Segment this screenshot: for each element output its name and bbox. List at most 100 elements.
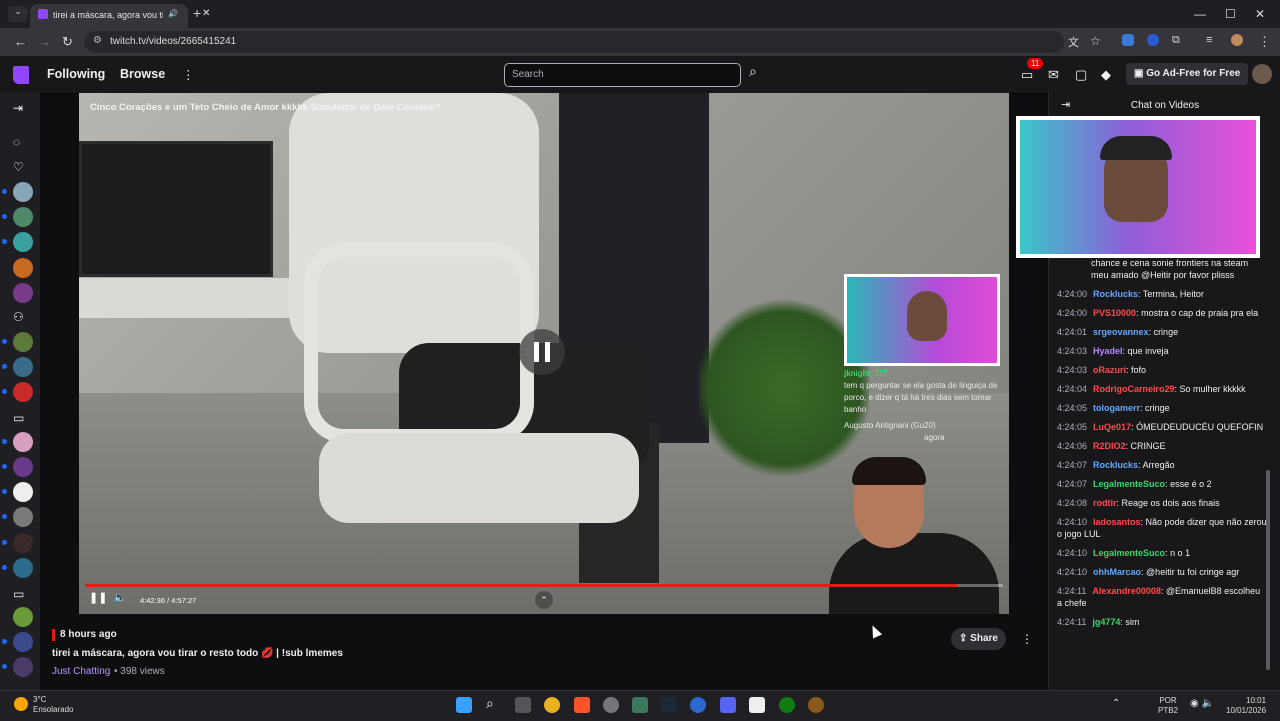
chat-username[interactable]: jg4774 xyxy=(1092,617,1120,627)
channel-avatar[interactable] xyxy=(13,182,33,202)
channel-avatar[interactable] xyxy=(13,457,33,477)
browse-link[interactable]: Browse xyxy=(120,67,165,81)
channel-avatar[interactable] xyxy=(13,357,33,377)
go-ad-free-button[interactable]: ▣ Go Ad-Free for Free xyxy=(1126,63,1249,85)
channel-avatar[interactable] xyxy=(13,607,33,627)
reading-list-icon[interactable]: ≡ xyxy=(1206,34,1212,46)
chevron-up-icon[interactable]: ⌃ xyxy=(535,591,553,609)
discord-icon[interactable] xyxy=(720,697,736,713)
extension-icon[interactable] xyxy=(1122,34,1134,46)
chat-username[interactable]: Rocklucks xyxy=(1093,289,1138,299)
more-options-icon[interactable]: ⋮ xyxy=(1021,632,1033,646)
bookmark-star-icon[interactable]: ☆ xyxy=(1090,34,1101,48)
video-player[interactable]: Cinco Corações e um Teto Cheio de Amor k… xyxy=(79,93,1009,614)
brave-icon[interactable] xyxy=(574,697,590,713)
channel-avatar[interactable] xyxy=(13,533,33,553)
video-icon[interactable]: ▭ xyxy=(13,411,24,425)
app-icon[interactable] xyxy=(603,697,619,713)
search-icon[interactable]: ⌕ xyxy=(486,695,502,711)
twitch-logo-icon[interactable] xyxy=(13,66,29,84)
whispers-icon[interactable]: ▢ xyxy=(1075,67,1087,83)
channel-avatar[interactable] xyxy=(13,632,33,652)
chat-username[interactable]: LegalmenteSuco xyxy=(1093,479,1165,489)
user-avatar[interactable] xyxy=(1252,64,1272,84)
xbox-icon[interactable] xyxy=(779,697,795,713)
channel-avatar[interactable] xyxy=(13,332,33,352)
chat-username[interactable]: rodtir xyxy=(1093,498,1117,508)
app-icon[interactable] xyxy=(749,697,765,713)
new-tab-button[interactable]: + xyxy=(193,5,201,21)
channel-avatar[interactable] xyxy=(13,207,33,227)
channel-avatar[interactable] xyxy=(13,232,33,252)
reload-icon[interactable]: ↻ xyxy=(62,34,73,50)
tray-chevron-icon[interactable]: ⌃ xyxy=(1112,699,1120,709)
share-button[interactable]: ⇪ Share xyxy=(951,628,1006,650)
minimize-icon[interactable]: — xyxy=(1194,7,1206,21)
network-icon[interactable]: ◉ 🔈 xyxy=(1190,699,1214,709)
chat-username[interactable]: ladosantos xyxy=(1093,517,1141,527)
chat-username[interactable]: srgeovannex xyxy=(1093,327,1149,337)
channel-avatar[interactable] xyxy=(13,258,33,278)
close-window-icon[interactable]: ✕ xyxy=(1255,7,1265,21)
chat-scrollbar[interactable] xyxy=(1266,470,1270,670)
chat-username[interactable]: oRazuri xyxy=(1093,365,1126,375)
volume-icon[interactable]: 🔈 xyxy=(113,591,127,604)
browser-menu-icon[interactable]: ⋮ xyxy=(1258,34,1271,50)
channel-avatar[interactable] xyxy=(13,382,33,402)
bits-icon[interactable]: ◆ xyxy=(1101,67,1111,83)
channel-avatar[interactable] xyxy=(13,507,33,527)
channel-avatar[interactable] xyxy=(13,283,33,303)
inbox-icon[interactable]: ✉ xyxy=(1048,67,1059,83)
pause-overlay-button[interactable] xyxy=(519,329,565,375)
more-menu-icon[interactable]: ⋮ xyxy=(182,67,195,82)
channel-avatar[interactable] xyxy=(13,432,33,452)
profile-avatar[interactable] xyxy=(1231,34,1243,46)
channel-avatar[interactable] xyxy=(13,482,33,502)
browser-tab[interactable]: tirei a máscara, agora vou tirar o resto… xyxy=(30,4,210,28)
chat-username[interactable]: LegalmenteSuco xyxy=(1093,548,1165,558)
back-icon[interactable]: ← xyxy=(14,34,27,49)
chat-username[interactable]: tologamerr xyxy=(1093,403,1140,413)
chat-username[interactable]: RodrigoCarneiro29 xyxy=(1093,384,1175,394)
recommended-icon[interactable]: ◌ xyxy=(13,135,20,149)
clock[interactable]: 10:01 10/01/2026 xyxy=(1226,696,1266,716)
task-view-icon[interactable] xyxy=(515,697,531,713)
site-info-icon[interactable]: ⚙ xyxy=(93,35,102,46)
tab-search-button[interactable]: ⌄ xyxy=(8,6,28,22)
chat-username[interactable]: Hyadel xyxy=(1093,346,1123,356)
chat-username[interactable]: Alexandre00008 xyxy=(1092,586,1161,596)
expand-sidebar-icon[interactable]: ⇥ xyxy=(13,101,23,115)
video-icon[interactable]: ▭ xyxy=(13,587,24,601)
audio-icon[interactable]: 🔊 xyxy=(168,9,178,18)
extensions-puzzle-icon[interactable]: ⧉ xyxy=(1172,34,1180,47)
steam-icon[interactable] xyxy=(661,697,677,713)
search-input[interactable]: Search xyxy=(504,63,741,87)
category-link[interactable]: Just Chatting xyxy=(52,666,110,677)
app-icon[interactable] xyxy=(808,697,824,713)
chat-username[interactable]: R2DIO2 xyxy=(1093,441,1126,451)
add-friend-icon[interactable]: ⚇ xyxy=(13,310,24,324)
app-icon[interactable] xyxy=(690,697,706,713)
search-icon[interactable]: ⌕ xyxy=(741,63,765,87)
app-icon[interactable] xyxy=(632,697,648,713)
url-field[interactable]: ⚙ twitch.tv/videos/2665415241 xyxy=(84,31,1064,53)
chat-username[interactable]: PVS10000 xyxy=(1093,308,1136,318)
translate-icon[interactable]: 文 xyxy=(1068,34,1079,50)
start-icon[interactable] xyxy=(456,697,472,713)
progress-bar[interactable] xyxy=(85,584,1003,587)
channel-avatar[interactable] xyxy=(13,558,33,578)
chat-username[interactable]: LuQe017 xyxy=(1093,422,1131,432)
heart-icon[interactable]: ♡ xyxy=(13,160,24,174)
prime-loot-icon[interactable]: ▭ xyxy=(1021,67,1033,83)
chat-username[interactable]: Rocklucks xyxy=(1093,460,1138,470)
extension-icon[interactable] xyxy=(1147,34,1159,46)
play-pause-icon[interactable]: ❚❚ xyxy=(89,591,107,604)
maximize-icon[interactable]: ☐ xyxy=(1225,7,1236,21)
language-indicator[interactable]: POR PTB2 xyxy=(1158,696,1178,716)
forward-icon[interactable]: → xyxy=(38,34,51,49)
close-tab-icon[interactable]: ✕ xyxy=(202,8,210,19)
following-link[interactable]: Following xyxy=(47,67,105,81)
chrome-icon[interactable] xyxy=(544,697,560,713)
channel-avatar[interactable] xyxy=(13,657,33,677)
chat-username[interactable]: ohhMarcao xyxy=(1093,567,1141,577)
